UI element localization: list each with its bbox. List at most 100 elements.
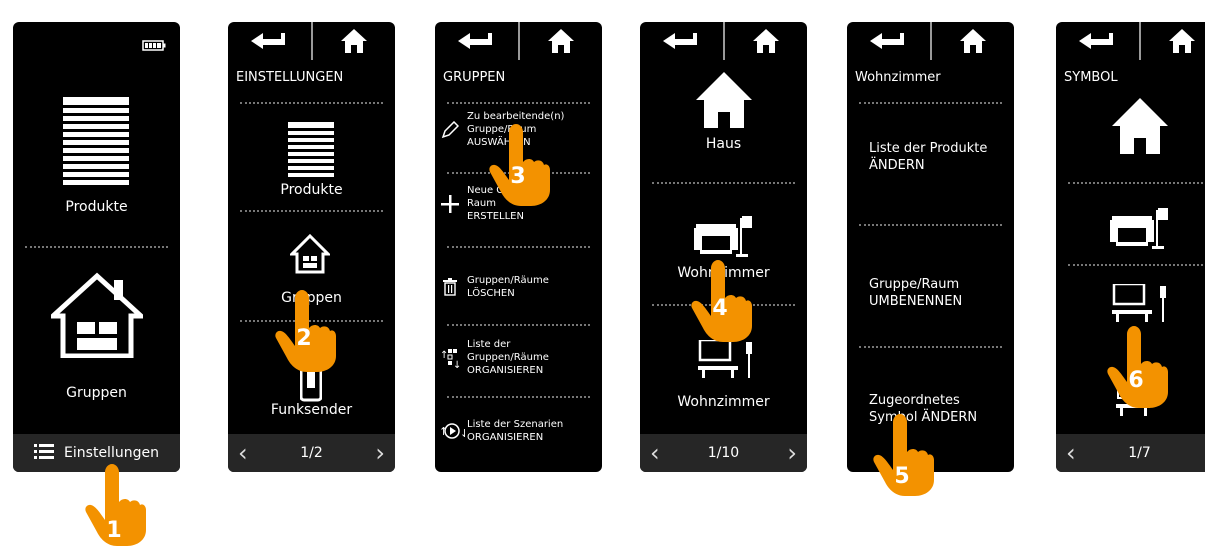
- divider: [447, 246, 590, 248]
- next-icon[interactable]: ›: [787, 441, 797, 465]
- step-hand-1: 1: [82, 460, 146, 552]
- back-button[interactable]: [228, 22, 311, 60]
- screen-wohnzimmer: Wohnzimmer Liste der Produkte ÄNDERN Gru…: [847, 22, 1014, 472]
- home-icon: [548, 29, 574, 53]
- house-icon[interactable]: [1112, 98, 1168, 158]
- trash-icon: [439, 275, 461, 299]
- back-icon: [663, 33, 699, 49]
- svg-text:↓: ↓: [453, 360, 460, 369]
- step-number: 1: [82, 518, 146, 543]
- wohnzimmer-label-2[interactable]: Wohnzimmer: [640, 394, 807, 410]
- step-hand-3: 3: [486, 120, 550, 212]
- organize-groups-item[interactable]: ↑↓ Liste derGruppen/RäumeORGANISIEREN: [439, 338, 598, 377]
- divider: [859, 346, 1002, 348]
- divider: [447, 324, 590, 326]
- top-bar: [1056, 22, 1205, 60]
- prev-icon[interactable]: ‹: [1066, 441, 1076, 465]
- hand-pointer-icon: [1104, 322, 1168, 410]
- option-line: Zugeordnetes: [869, 393, 960, 408]
- sofa-icon[interactable]: [1110, 202, 1176, 256]
- house-icon[interactable]: [696, 72, 752, 132]
- products-label[interactable]: Produkte: [13, 199, 180, 215]
- step-hand-6: 6: [1104, 322, 1168, 414]
- prev-icon[interactable]: ‹: [238, 441, 248, 465]
- screen-group-list: Haus Wohnzimmer Wohnzimmer ‹ 1/10 ›: [640, 22, 807, 472]
- item-line: Liste der Szenarien: [467, 419, 563, 430]
- edit-icon: [439, 118, 461, 142]
- divider: [447, 396, 590, 398]
- step-hand-2: 2: [272, 286, 336, 378]
- home-button[interactable]: [1139, 22, 1205, 60]
- item-line: Gruppen/Räume: [467, 352, 549, 363]
- list-icon: [34, 444, 54, 463]
- page-title: EINSTELLUNGEN: [236, 70, 343, 85]
- battery-icon: [142, 36, 166, 55]
- back-icon: [251, 33, 287, 49]
- top-bar: [228, 22, 395, 60]
- groups-label[interactable]: Gruppen: [13, 385, 180, 401]
- back-icon: [870, 33, 906, 49]
- organize-scenarios-item[interactable]: ↑↓ Liste der Szenarien ORGANISIEREN: [439, 418, 598, 444]
- scenario-icon: ↑↓: [439, 419, 465, 443]
- page-title: SYMBOL: [1064, 70, 1118, 85]
- settings-label: Einstellungen: [64, 445, 159, 461]
- option-line: Gruppe/Raum: [869, 277, 959, 292]
- item-line: Gruppen/Räume: [467, 275, 549, 286]
- home-icon: [341, 29, 367, 53]
- home-button[interactable]: [311, 22, 396, 60]
- divider: [652, 182, 795, 184]
- divider: [25, 246, 168, 248]
- step-number: 3: [486, 164, 550, 189]
- home-button[interactable]: [930, 22, 1015, 60]
- blind-icon[interactable]: [288, 122, 334, 186]
- divider: [1068, 182, 1205, 184]
- back-button[interactable]: [435, 22, 518, 60]
- house-icon[interactable]: [290, 234, 330, 278]
- home-icon: [753, 29, 779, 53]
- delete-group-item[interactable]: Gruppen/Räume LÖSCHEN: [439, 274, 598, 300]
- item-line: ORGANISIEREN: [467, 432, 543, 443]
- step-number: 2: [272, 326, 336, 351]
- step-hand-4: 4: [688, 256, 752, 348]
- option-line: Liste der Produkte: [869, 141, 987, 156]
- option-line: ÄNDERN: [869, 158, 925, 173]
- top-bar: [435, 22, 602, 60]
- item-line: LÖSCHEN: [467, 288, 515, 299]
- page-indicator: 1/2: [300, 445, 323, 461]
- screen-einstellungen: EINSTELLUNGEN Produkte Gruppen Funksende…: [228, 22, 395, 472]
- haus-label[interactable]: Haus: [640, 136, 807, 152]
- pager: ‹ 1/10 ›: [640, 434, 807, 472]
- home-button[interactable]: [518, 22, 603, 60]
- change-products-option[interactable]: Liste der Produkte ÄNDERN: [869, 140, 1008, 174]
- back-button[interactable]: [640, 22, 723, 60]
- organize-icon: ↑↓: [439, 346, 461, 370]
- page-indicator: 1/10: [708, 445, 739, 461]
- step-number: 5: [870, 464, 934, 489]
- rename-group-option[interactable]: Gruppe/Raum UMBENENNEN: [869, 276, 1008, 310]
- house-icon[interactable]: [51, 272, 143, 362]
- screen-start: Produkte Gruppen Einstellungen: [13, 22, 180, 472]
- funksender-label[interactable]: Funksender: [228, 402, 395, 418]
- plus-icon: [439, 192, 461, 216]
- home-button[interactable]: [723, 22, 808, 60]
- pager: ‹ 1/2 ›: [228, 434, 395, 472]
- item-line: ERSTELLEN: [467, 211, 524, 222]
- svg-text:↑: ↑: [440, 350, 448, 361]
- back-button[interactable]: [847, 22, 930, 60]
- blind-icon[interactable]: [63, 97, 129, 193]
- option-line: UMBENENNEN: [869, 294, 962, 309]
- home-icon: [960, 29, 986, 53]
- back-button[interactable]: [1056, 22, 1139, 60]
- divider: [240, 210, 383, 212]
- back-icon: [1079, 33, 1115, 49]
- back-icon: [458, 33, 494, 49]
- next-icon[interactable]: ›: [375, 441, 385, 465]
- page-indicator: 1/7: [1128, 445, 1151, 461]
- page-title: Wohnzimmer: [855, 70, 941, 85]
- divider: [1068, 264, 1205, 266]
- screen-gruppen: GRUPPEN Zu bearbeitende(n)Gruppe/RaumAUS…: [435, 22, 602, 472]
- prev-icon[interactable]: ‹: [650, 441, 660, 465]
- divider: [859, 102, 1002, 104]
- products-label[interactable]: Produkte: [228, 182, 395, 198]
- pager: ‹ 1/7 ›: [1056, 434, 1205, 472]
